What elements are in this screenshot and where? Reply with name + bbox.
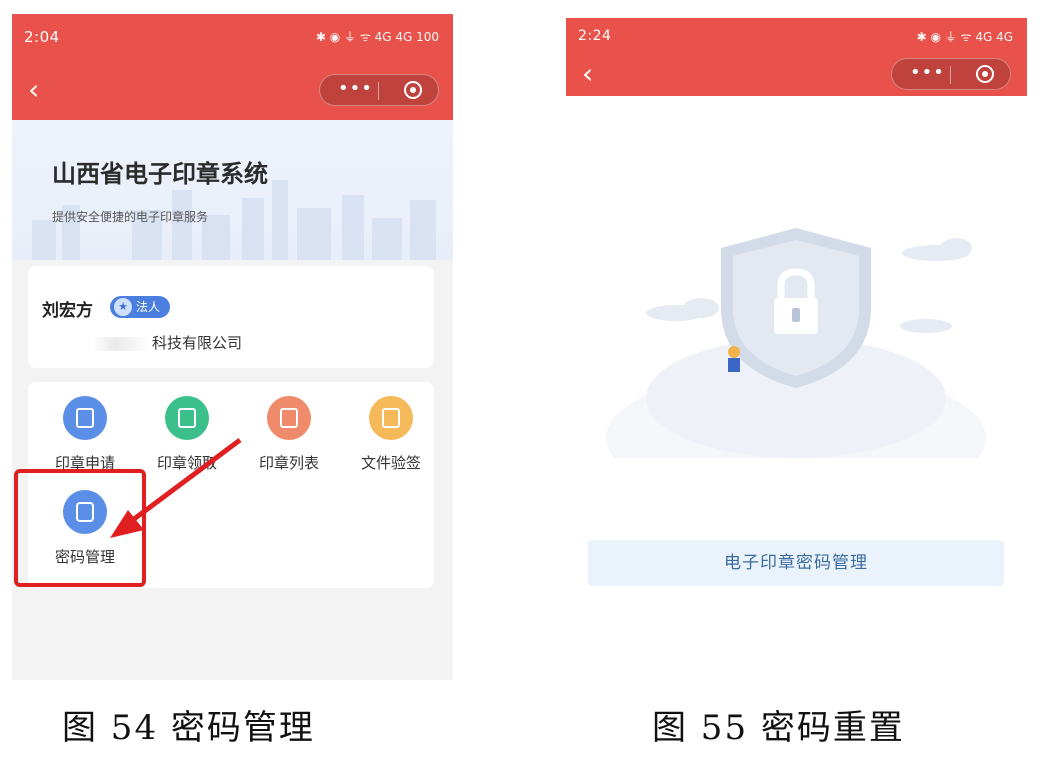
capsule-divider xyxy=(378,82,379,100)
app-title: 山西省电子印章系统 xyxy=(52,160,268,188)
top-bar: 2:24 ✱ ◉ ⏚ ᯤ 4G 4G ‹ ••• xyxy=(566,18,1027,96)
company-name-text: 科技有限公司 xyxy=(152,334,243,352)
mini-program-capsule: ••• xyxy=(891,58,1011,90)
more-icon[interactable]: ••• xyxy=(910,62,945,83)
back-icon[interactable]: ‹ xyxy=(28,76,39,104)
star-icon: ★ xyxy=(114,298,132,316)
caption-left: 图 54 密码管理 xyxy=(62,708,315,748)
app-banner: 山西省电子印章系统 提供安全便捷的电子印章服务 xyxy=(12,120,453,260)
right-screenshot: 2:24 ✱ ◉ ⏚ ᯤ 4G 4G ‹ ••• 电子印章密码管理 xyxy=(566,18,1027,598)
role-badge-label: 法人 xyxy=(136,300,161,314)
mini-program-capsule: ••• xyxy=(319,74,439,106)
status-time: 2:04 xyxy=(24,28,60,46)
security-shield-illustration xyxy=(606,228,986,458)
user-name: 刘宏方 xyxy=(42,301,93,321)
back-icon[interactable]: ‹ xyxy=(582,60,593,88)
red-arrow-icon xyxy=(110,437,242,538)
capsule-divider xyxy=(950,66,951,84)
status-time: 2:24 xyxy=(578,28,612,44)
status-icons: ✱ ◉ ⏚ ᯤ 4G 4G 100 xyxy=(315,30,439,44)
more-icon[interactable]: ••• xyxy=(338,78,373,99)
menu-label: 文件验签 xyxy=(360,454,421,472)
file-verify-icon xyxy=(369,396,413,440)
seal-list-icon xyxy=(267,396,311,440)
app-subtitle: 提供安全便捷的电子印章服务 xyxy=(52,210,209,224)
status-icons: ✱ ◉ ⏚ ᯤ 4G 4G xyxy=(916,30,1013,44)
redacted-text xyxy=(92,336,150,351)
role-badge: ★ 法人 xyxy=(110,296,171,318)
close-target-icon[interactable] xyxy=(404,81,422,99)
company-name: 科技有限公司 xyxy=(92,332,242,353)
password-manage-button[interactable]: 电子印章密码管理 xyxy=(588,540,1004,586)
caption-right: 图 55 密码重置 xyxy=(652,708,905,748)
menu-item-file-verify[interactable]: 文件验签 xyxy=(346,396,436,473)
close-target-icon[interactable] xyxy=(976,65,994,83)
user-card: 刘宏方 ★ 法人 科技有限公司 xyxy=(28,266,434,368)
top-bar: 2:04 ✱ ◉ ⏚ ᯤ 4G 4G 100 ‹ ••• xyxy=(12,14,453,120)
